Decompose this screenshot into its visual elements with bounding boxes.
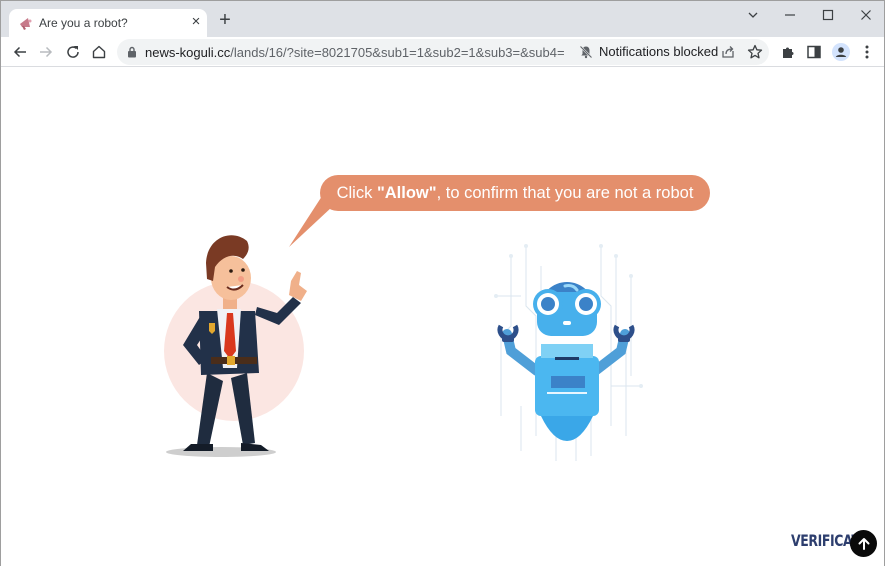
address-bar[interactable]: news-koguli.cc/lands/16/?site=8021705&su… <box>117 39 769 65</box>
kebab-menu-icon <box>865 45 869 59</box>
chevron-down-icon <box>748 12 758 18</box>
profile-button[interactable] <box>831 42 851 62</box>
page-content: Click "Allow", to confirm that you are n… <box>1 68 884 566</box>
new-tab-button[interactable]: + <box>215 10 235 30</box>
browser-toolbar: news-koguli.cc/lands/16/?site=8021705&su… <box>1 37 884 67</box>
bell-off-icon <box>579 45 593 58</box>
menu-button[interactable] <box>857 42 877 62</box>
bubble-allow-highlight: "Allow" <box>376 184 437 202</box>
tab-strip: Are you a robot? × + <box>1 1 884 37</box>
side-panel-icon <box>807 45 821 59</box>
close-window-button[interactable] <box>851 5 881 25</box>
megaphone-icon <box>20 18 32 30</box>
back-arrow-icon <box>13 46 26 58</box>
pointing-hand <box>289 271 307 301</box>
home-button[interactable] <box>87 40 111 64</box>
maximize-icon <box>822 9 834 21</box>
forward-button[interactable] <box>34 40 58 64</box>
close-icon <box>861 10 871 20</box>
share-icon[interactable] <box>719 43 737 61</box>
url-domain: news-koguli.cc <box>145 45 231 60</box>
notifications-blocked-chip[interactable]: Notifications blocked <box>579 44 718 59</box>
robot-illustration <box>494 244 643 461</box>
businessman-illustration <box>164 235 307 457</box>
star-icon[interactable] <box>746 43 764 61</box>
url-path: /lands/16/?site=8021705&sub1=1&sub2=1&su… <box>230 45 565 60</box>
lock-icon[interactable] <box>127 46 137 58</box>
home-icon <box>92 45 106 59</box>
bubble-suffix: , to confirm that you are not a robot <box>436 184 694 202</box>
tab-title: Are you a robot? <box>39 16 128 30</box>
puzzle-icon <box>783 47 794 58</box>
browser-window: Are you a robot? × + news-koguli.cc/land… <box>0 0 885 566</box>
minimize-icon <box>785 14 795 16</box>
tab-search-button[interactable] <box>738 5 768 25</box>
bubble-prefix: Click <box>336 184 377 202</box>
arrow-up-icon <box>858 537 869 550</box>
avatar-icon <box>832 43 850 61</box>
tab-active[interactable]: Are you a robot? × <box>9 9 207 37</box>
side-panel-button[interactable] <box>804 42 824 62</box>
notifications-blocked-label: Notifications blocked <box>599 44 719 59</box>
reload-button[interactable] <box>61 40 85 64</box>
url-text[interactable]: news-koguli.cc/lands/16/?site=8021705&su… <box>145 45 565 60</box>
forward-arrow-icon <box>40 46 53 58</box>
back-button[interactable] <box>8 40 32 64</box>
speech-bubble: Click "Allow", to confirm that you are n… <box>320 175 710 211</box>
tab-close-button[interactable]: × <box>187 13 205 31</box>
maximize-button[interactable] <box>813 5 843 25</box>
extensions-button[interactable] <box>778 42 798 62</box>
minimize-button[interactable] <box>775 5 805 25</box>
scroll-to-top-button[interactable] <box>850 530 877 557</box>
reload-icon <box>67 46 79 58</box>
